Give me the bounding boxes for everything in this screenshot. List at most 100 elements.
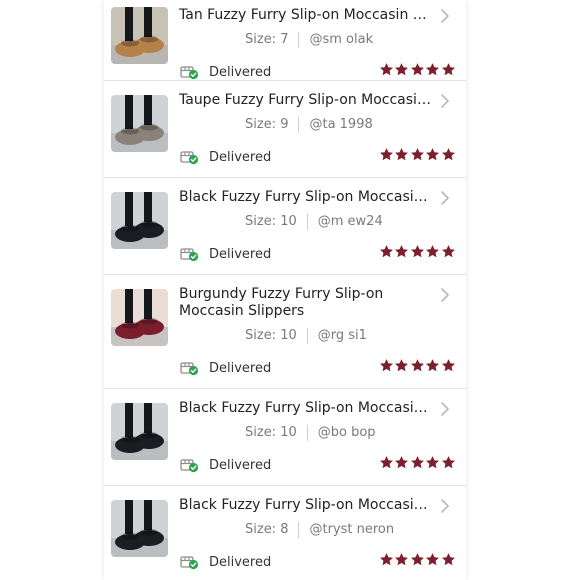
buyer-username: @tryst neron [309, 522, 395, 537]
star-icon [441, 455, 456, 470]
status-label: Delivered [209, 246, 272, 262]
delivery-status: Delivered [180, 457, 271, 473]
order-meta: Size: 9 @ta 1998 [245, 117, 373, 133]
buyer-username: @sm olak [309, 32, 374, 47]
order-meta: Size: 10 @m ew24 [245, 214, 383, 230]
delivered-box-icon [180, 457, 199, 473]
meta-divider [306, 214, 308, 230]
status-label: Delivered [209, 64, 272, 80]
delivered-box-icon [180, 246, 199, 262]
order-meta: Size: 10 @bo bop [245, 425, 376, 441]
order-meta: Size: 7 @sm olak [245, 32, 373, 48]
star-icon [441, 147, 456, 162]
rating-stars [379, 147, 456, 162]
product-thumbnail[interactable] [111, 192, 168, 249]
star-icon [394, 62, 409, 77]
status-label: Delivered [209, 360, 272, 376]
star-icon [394, 147, 409, 162]
star-icon [410, 62, 425, 77]
star-icon [394, 358, 409, 373]
delivery-status: Delivered [180, 149, 271, 165]
meta-divider [298, 32, 300, 48]
status-label: Delivered [209, 457, 272, 473]
star-icon [425, 62, 440, 77]
star-icon [394, 244, 409, 259]
product-title: Taupe Fuzzy Furry Slip-on Moccasin... [179, 92, 431, 108]
order-meta: Size: 10 @rg si1 [245, 328, 367, 344]
meta-divider [306, 328, 308, 344]
size-label: Size: 10 [245, 214, 297, 229]
order-item[interactable]: Black Fuzzy Furry Slip-on Moccasin... Si… [104, 389, 466, 486]
star-icon [441, 552, 456, 567]
star-icon [394, 455, 409, 470]
buyer-username: @rg si1 [317, 328, 367, 343]
product-title: Burgundy Fuzzy Furry Slip-on Moccasin Sl… [179, 286, 384, 319]
chevron-right-icon[interactable] [438, 190, 452, 206]
star-icon [379, 147, 394, 162]
order-item[interactable]: Taupe Fuzzy Furry Slip-on Moccasin... Si… [104, 81, 466, 178]
order-list: Tan Fuzzy Furry Slip-on Moccasin Sli... … [104, 0, 466, 580]
size-label: Size: 10 [245, 425, 297, 440]
star-icon [394, 552, 409, 567]
delivery-status: Delivered [180, 64, 271, 80]
order-item[interactable]: Tan Fuzzy Furry Slip-on Moccasin Sli... … [104, 0, 466, 81]
star-icon [441, 244, 456, 259]
rating-stars [379, 455, 456, 470]
star-icon [425, 455, 440, 470]
star-icon [379, 358, 394, 373]
product-thumbnail[interactable] [111, 403, 168, 460]
size-label: Size: 8 [245, 522, 289, 537]
order-item[interactable]: Black Fuzzy Furry Slip-on Moccasin... Si… [104, 486, 466, 580]
delivered-box-icon [180, 149, 199, 165]
star-icon [425, 552, 440, 567]
star-icon [410, 358, 425, 373]
product-title: Black Fuzzy Furry Slip-on Moccasin... [179, 400, 431, 416]
delivery-status: Delivered [180, 360, 271, 376]
chevron-right-icon[interactable] [438, 93, 452, 109]
rating-stars [379, 62, 456, 77]
star-icon [425, 358, 440, 373]
product-title: Tan Fuzzy Furry Slip-on Moccasin Sli... [179, 7, 431, 23]
meta-divider [298, 522, 300, 538]
product-thumbnail[interactable] [111, 289, 168, 346]
chevron-right-icon[interactable] [438, 401, 452, 417]
size-label: Size: 9 [245, 117, 289, 132]
meta-divider [298, 117, 300, 133]
chevron-right-icon[interactable] [438, 498, 452, 514]
star-icon [441, 358, 456, 373]
buyer-username: @m ew24 [317, 214, 383, 229]
product-thumbnail[interactable] [111, 95, 168, 152]
star-icon [379, 552, 394, 567]
star-icon [410, 455, 425, 470]
star-icon [410, 244, 425, 259]
size-label: Size: 10 [245, 328, 297, 343]
product-thumbnail[interactable] [111, 7, 168, 64]
rating-stars [379, 358, 456, 373]
star-icon [425, 244, 440, 259]
chevron-right-icon[interactable] [438, 287, 452, 303]
rating-stars [379, 244, 456, 259]
size-label: Size: 7 [245, 32, 289, 47]
star-icon [410, 147, 425, 162]
rating-stars [379, 552, 456, 567]
product-thumbnail[interactable] [111, 500, 168, 557]
product-title: Black Fuzzy Furry Slip-on Moccasin... [179, 497, 431, 513]
chevron-right-icon[interactable] [438, 8, 452, 24]
delivered-box-icon [180, 554, 199, 570]
star-icon [425, 147, 440, 162]
delivery-status: Delivered [180, 246, 271, 262]
star-icon [441, 62, 456, 77]
product-title: Black Fuzzy Furry Slip-on Moccasin... [179, 189, 431, 205]
star-icon [379, 244, 394, 259]
star-icon [410, 552, 425, 567]
status-label: Delivered [209, 554, 272, 570]
buyer-username: @bo bop [317, 425, 376, 440]
meta-divider [306, 425, 308, 441]
delivery-status: Delivered [180, 554, 271, 570]
order-list-panel: Tan Fuzzy Furry Slip-on Moccasin Sli... … [104, 0, 466, 580]
delivered-box-icon [180, 64, 199, 80]
order-item[interactable]: Black Fuzzy Furry Slip-on Moccasin... Si… [104, 178, 466, 275]
star-icon [379, 455, 394, 470]
order-meta: Size: 8 @tryst neron [245, 522, 394, 538]
order-item[interactable]: Burgundy Fuzzy Furry Slip-on Moccasin Sl… [104, 275, 466, 389]
